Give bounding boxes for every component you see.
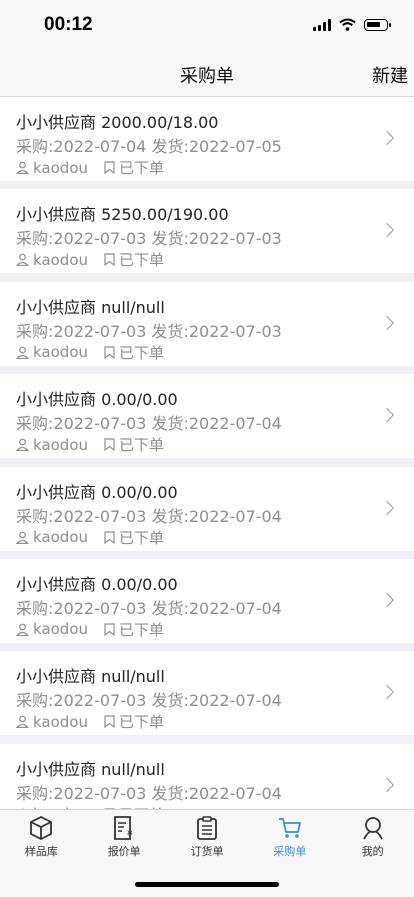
status-icons (313, 18, 388, 31)
status-time: 00:12 (44, 14, 93, 36)
signal-icon (313, 19, 331, 31)
tab-cart[interactable]: 采购单 (248, 815, 331, 859)
clipboard-icon (166, 815, 249, 841)
order-title: 小小供应商 null/null (16, 663, 165, 687)
order-user: kaodou (33, 251, 88, 269)
order-title: 小小供应商 null/null (16, 756, 165, 780)
order-user: kaodou (33, 528, 88, 546)
list-item[interactable]: 小小供应商 0.00/0.00 采购:2022-07-03 发货:2022-07… (0, 467, 414, 551)
tab-label: 采购单 (273, 845, 306, 858)
order-status: 已下单 (119, 434, 164, 455)
order-dates: 采购:2022-07-04 发货:2022-07-05 (16, 133, 282, 157)
quote-doc-icon: ¥ (83, 815, 166, 841)
bookmark-icon (104, 161, 115, 174)
order-title: 小小供应商 2000.00/18.00 (16, 109, 218, 133)
list-item[interactable]: 小小供应商 5250.00/190.00 采购:2022-07-03 发货:20… (0, 189, 414, 273)
order-title: 小小供应商 null/null (16, 294, 165, 318)
order-meta: kaodou 已下单 (16, 434, 164, 455)
chevron-right-icon (380, 500, 394, 514)
user-icon (16, 438, 29, 451)
order-status: 已下单 (119, 527, 164, 548)
order-dates: 采购:2022-07-03 发货:2022-07-04 (16, 595, 282, 619)
user-icon (16, 253, 29, 266)
order-title: 小小供应商 0.00/0.00 (16, 571, 178, 595)
order-dates: 采购:2022-07-03 发货:2022-07-04 (16, 503, 282, 527)
order-title: 小小供应商 0.00/0.00 (16, 386, 178, 410)
svg-text:¥: ¥ (127, 830, 133, 840)
order-dates: 采购:2022-07-03 发货:2022-07-03 (16, 318, 282, 342)
order-user: kaodou (33, 713, 88, 731)
order-dates: 采购:2022-07-03 发货:2022-07-04 (16, 687, 282, 711)
order-list: 小小供应商 2000.00/18.00 采购:2022-07-04 发货:202… (0, 97, 414, 809)
order-status: 已下单 (119, 342, 164, 363)
chevron-right-icon (380, 131, 394, 145)
order-meta: kaodou 已下单 (16, 527, 164, 548)
bookmark-icon (104, 253, 115, 266)
user-icon (16, 161, 29, 174)
tab-clipboard[interactable]: 订货单 (166, 815, 249, 859)
new-button[interactable]: 新建 (372, 62, 408, 88)
tab-label: 样品库 (25, 845, 58, 858)
order-user: kaodou (33, 159, 88, 177)
tab-label: 报价单 (108, 845, 141, 858)
order-meta: kaodou 已下单 (16, 711, 164, 732)
page-title: 采购单 (0, 62, 414, 88)
bookmark-icon (104, 623, 115, 636)
order-status: 已下单 (119, 249, 164, 270)
user-icon (16, 715, 29, 728)
order-dates: 采购:2022-07-03 发货:2022-07-03 (16, 225, 282, 249)
order-user: kaodou (33, 620, 88, 638)
order-title: 小小供应商 0.00/0.00 (16, 479, 178, 503)
chevron-right-icon (380, 778, 394, 792)
list-item[interactable]: 小小供应商 0.00/0.00 采购:2022-07-03 发货:2022-07… (0, 559, 414, 643)
bookmark-icon (104, 438, 115, 451)
tab-quote-doc[interactable]: ¥ 报价单 (83, 815, 166, 859)
list-item[interactable]: 小小供应商 null/null 采购:2022-07-03 发货:2022-07… (0, 744, 414, 809)
chevron-right-icon (380, 685, 394, 699)
battery-icon (364, 19, 388, 31)
list-item[interactable]: 小小供应商 null/null 采购:2022-07-03 发货:2022-07… (0, 651, 414, 735)
chevron-right-icon (380, 593, 394, 607)
tab-box[interactable]: 样品库 (0, 815, 83, 859)
profile-icon (331, 815, 414, 841)
chevron-right-icon (380, 316, 394, 330)
order-meta: kaodou 已下单 (16, 619, 164, 640)
user-icon (16, 531, 29, 544)
bookmark-icon (104, 346, 115, 359)
order-dates: 采购:2022-07-03 发货:2022-07-04 (16, 780, 282, 804)
order-meta: kaodou 已下单 (16, 157, 164, 178)
list-item[interactable]: 小小供应商 2000.00/18.00 采购:2022-07-04 发货:202… (0, 97, 414, 181)
tab-label: 订货单 (190, 845, 223, 858)
status-bar: 00:12 (0, 0, 414, 52)
list-item[interactable]: 小小供应商 0.00/0.00 采购:2022-07-03 发货:2022-07… (0, 374, 414, 458)
cart-icon (248, 815, 331, 841)
box-icon (0, 815, 83, 841)
order-dates: 采购:2022-07-03 发货:2022-07-04 (16, 410, 282, 434)
wifi-icon (339, 18, 356, 31)
user-icon (16, 623, 29, 636)
order-title: 小小供应商 5250.00/190.00 (16, 201, 229, 225)
user-icon (16, 346, 29, 359)
home-indicator (135, 882, 279, 887)
order-status: 已下单 (119, 619, 164, 640)
list-item[interactable]: 小小供应商 null/null 采购:2022-07-03 发货:2022-07… (0, 282, 414, 366)
bookmark-icon (104, 715, 115, 728)
bookmark-icon (104, 531, 115, 544)
nav-bar: 采购单 新建 (0, 52, 414, 97)
tab-label: 我的 (362, 845, 384, 858)
order-meta: kaodou 已下单 (16, 249, 164, 270)
order-status: 已下单 (119, 157, 164, 178)
chevron-right-icon (380, 408, 394, 422)
tab-profile[interactable]: 我的 (331, 815, 414, 859)
order-user: kaodou (33, 436, 88, 454)
order-meta: kaodou 已下单 (16, 342, 164, 363)
order-status: 已下单 (119, 711, 164, 732)
chevron-right-icon (380, 223, 394, 237)
order-user: kaodou (33, 343, 88, 361)
